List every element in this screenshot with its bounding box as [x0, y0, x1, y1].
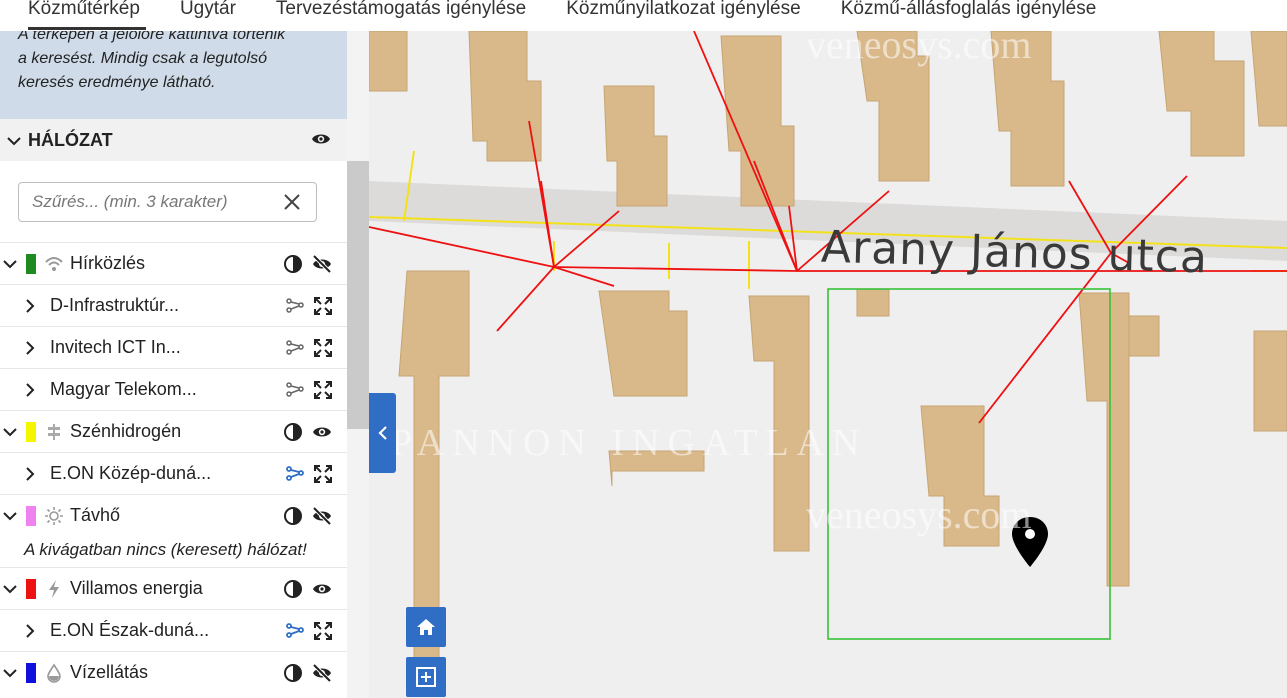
empty-network-note: A kivágatban nincs (keresett) hálózat!: [24, 540, 307, 559]
share-nodes-icon[interactable]: [285, 296, 305, 321]
layer-item-label: Magyar Telekom...: [50, 379, 197, 399]
filter-input[interactable]: [32, 192, 272, 212]
top-tab-bar: Közműtérkép Ügytár Tervezéstámogatás igé…: [0, 0, 1287, 31]
gas-icon: [44, 422, 64, 442]
fullscreen-icon[interactable]: [313, 464, 333, 489]
chevron-down-icon: [0, 130, 28, 151]
layer-sidebar: A térképen a jelölőre kattintva történik…: [0, 31, 369, 698]
chevron-right-icon: [22, 382, 38, 397]
info-text-line: keresés eredménye látható.: [18, 74, 216, 91]
chevron-down-icon: [0, 427, 20, 437]
contrast-icon[interactable]: [283, 506, 303, 531]
tab-tervezestamogatas[interactable]: Tervezéstámogatás igénylése: [256, 0, 546, 19]
chevron-down-icon: [0, 584, 20, 594]
contrast-icon[interactable]: [283, 663, 303, 688]
chevron-left-icon: [377, 426, 387, 440]
map-canvas: [369, 31, 1287, 672]
close-icon[interactable]: [282, 192, 302, 212]
chevron-right-icon: [22, 298, 38, 313]
layer-group-label: Szénhidrogén: [70, 421, 182, 441]
zoom-extent-button[interactable]: [406, 657, 446, 697]
network-section-header[interactable]: HÁLÓZAT: [0, 119, 347, 161]
layer-group-villamos-energia[interactable]: Villamos energia: [0, 567, 347, 609]
filter-field: [18, 182, 317, 222]
layer-color-swatch: [26, 421, 36, 442]
home-button[interactable]: [406, 607, 446, 647]
street-label: Arany János utca: [820, 221, 1209, 284]
layer-group-label: Hírközlés: [70, 253, 146, 273]
layer-item-label: Invitech ICT In...: [50, 337, 181, 357]
layer-item-label: E.ON Észak-duná...: [50, 620, 210, 640]
sun-icon: [44, 506, 64, 526]
layer-item-label: E.ON Közép-duná...: [50, 463, 212, 483]
layer-item-eon-kozep-duna[interactable]: E.ON Közép-duná...: [0, 452, 347, 494]
chevron-right-icon: [22, 340, 38, 355]
contrast-icon[interactable]: [283, 579, 303, 604]
layer-item-d-infrastruktura[interactable]: D-Infrastruktúr...: [0, 284, 347, 326]
eye-off-icon[interactable]: [311, 254, 333, 279]
layer-item-label: D-Infrastruktúr...: [50, 295, 180, 315]
layer-color-swatch: [26, 578, 36, 599]
wifi-icon: [44, 254, 64, 274]
eye-off-icon[interactable]: [311, 506, 333, 531]
tab-kozmuterkep[interactable]: Közműtérkép: [0, 0, 160, 19]
fullscreen-icon[interactable]: [313, 380, 333, 405]
layer-item-eon-eszak-duna[interactable]: E.ON Észak-duná...: [0, 609, 347, 651]
share-nodes-icon[interactable]: [285, 380, 305, 405]
home-icon: [417, 619, 435, 635]
layer-item-invitech[interactable]: Invitech ICT In...: [0, 326, 347, 368]
contrast-icon[interactable]: [283, 254, 303, 279]
chevron-down-icon: [0, 259, 20, 269]
layer-group-label: Vízellátás: [70, 662, 149, 682]
layer-color-swatch: [26, 253, 36, 274]
layer-group-szenhidrogen[interactable]: Szénhidrogén: [0, 410, 347, 452]
tab-kozmunyilatkozat[interactable]: Közműnyilatkozat igénylése: [546, 0, 820, 19]
eye-icon[interactable]: [311, 579, 333, 604]
plus-box-icon: [416, 667, 436, 687]
fullscreen-icon[interactable]: [313, 338, 333, 363]
tab-kozmu-allasfoglalas[interactable]: Közmű-állásfoglalás igénylése: [821, 0, 1117, 19]
share-nodes-icon[interactable]: [285, 464, 305, 489]
share-nodes-icon[interactable]: [285, 621, 305, 646]
layer-group-hirkozles[interactable]: Hírközlés: [0, 242, 347, 284]
chevron-down-icon: [0, 511, 20, 521]
eye-icon[interactable]: [311, 131, 331, 152]
chevron-right-icon: [22, 466, 38, 481]
bolt-icon: [44, 579, 64, 599]
info-box: A térképen a jelölőre kattintva történik…: [0, 31, 347, 119]
utility-map[interactable]: Arany János utca veneosys.com veneosys.c…: [369, 31, 1287, 698]
chevron-down-icon: [0, 668, 20, 678]
layer-color-swatch: [26, 662, 36, 683]
fullscreen-icon[interactable]: [313, 296, 333, 321]
info-text-line: A térképen a jelölőre kattintva történik: [18, 31, 286, 43]
active-tab-indicator: [28, 27, 146, 30]
layer-group-label: Villamos energia: [70, 578, 203, 598]
chevron-right-icon: [22, 623, 38, 638]
info-text-line: a keresést. Mindig csak a legutolsó: [18, 50, 268, 67]
eye-off-icon[interactable]: [311, 663, 333, 688]
network-section-title: HÁLÓZAT: [28, 129, 113, 150]
contrast-icon[interactable]: [283, 422, 303, 447]
eye-icon[interactable]: [311, 422, 333, 447]
layer-group-label: Távhő: [70, 505, 121, 525]
layer-group-vizellatas[interactable]: Vízellátás: [0, 651, 347, 693]
collapse-sidebar-button[interactable]: [369, 393, 396, 473]
sidebar-scrollbar-thumb[interactable]: [347, 161, 369, 429]
location-pin-icon: [1012, 517, 1048, 567]
layer-item-magyar-telekom[interactable]: Magyar Telekom...: [0, 368, 347, 410]
layer-group-tavho[interactable]: Távhő: [0, 494, 347, 536]
share-nodes-icon[interactable]: [285, 338, 305, 363]
tab-ugytar[interactable]: Ügytár: [160, 0, 256, 19]
layer-color-swatch: [26, 505, 36, 526]
fullscreen-icon[interactable]: [313, 621, 333, 646]
drop-icon: [44, 663, 64, 683]
